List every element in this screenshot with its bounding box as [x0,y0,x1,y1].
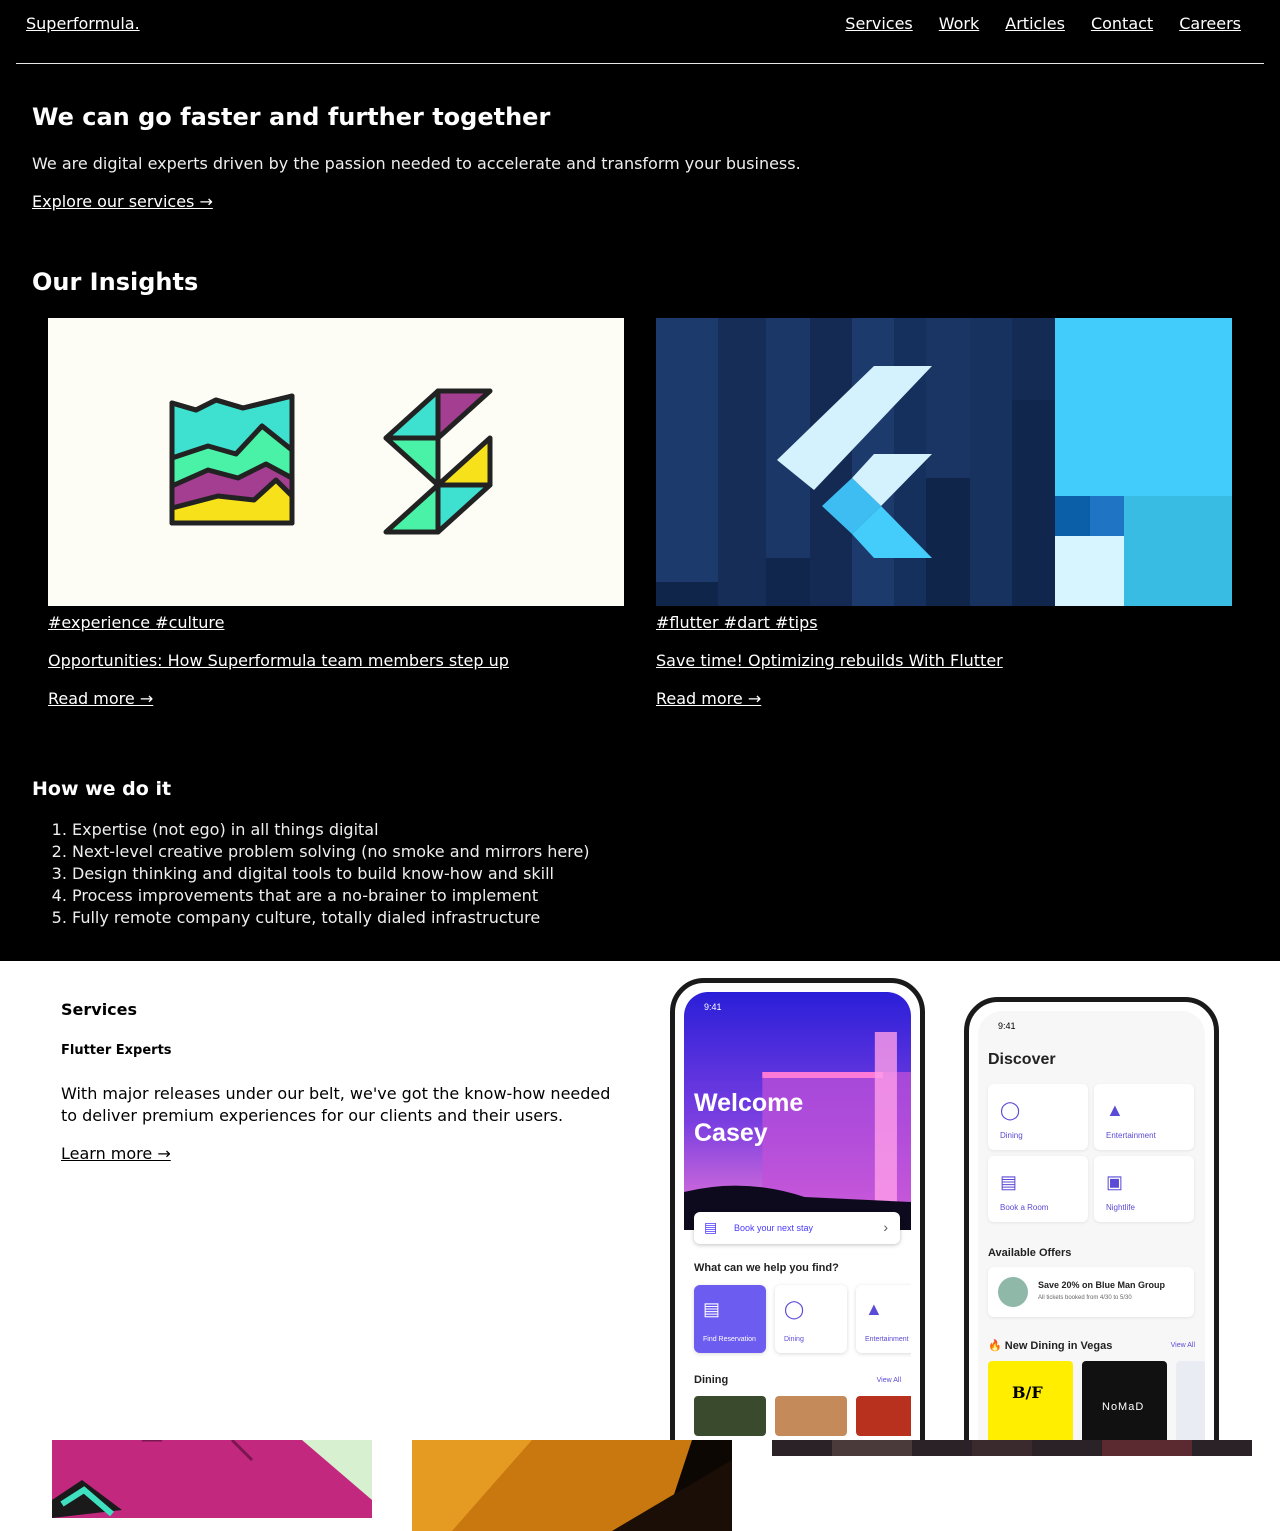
wood-desk-image[interactable] [412,1440,732,1531]
offers-heading: Available Offers [988,1247,1072,1259]
grid-tile-nightlife[interactable]: ▣ Nightlife [1094,1156,1194,1222]
tile-label: Entertainment [1106,1131,1156,1140]
insight-card-flutter: #flutter #dart #tips Save time! Optimizi… [656,318,1232,710]
offer-title: Save 20% on Blue Man Group [1038,1280,1166,1290]
list-item: Fully remote company culture, totally di… [72,907,590,929]
tile-entertainment[interactable]: ▲ Entertainment [856,1285,911,1353]
tent-icon: ▲ [1106,1100,1124,1120]
read-more-link[interactable]: Read more → [656,688,1232,710]
restaurant-card[interactable] [1176,1361,1205,1440]
restaurant-thumbnail[interactable] [856,1396,911,1436]
restaurant-logo-text: B/F [1012,1383,1043,1402]
restaurant-thumbnail[interactable] [694,1396,766,1436]
logo-link[interactable]: Superformula. [26,14,140,34]
phone-screen: 9:41 Discover ◯ Dining ▲ Entertainment ▤… [978,1011,1205,1440]
tile-label: Nightlife [1106,1203,1135,1212]
bed-icon: ▤ [704,1219,718,1235]
new-dining-heading: 🔥 New Dining in Vegas [988,1340,1113,1352]
book-stay-button[interactable]: ▤ Book your next stay › [694,1212,900,1244]
services-section: Services Flutter Experts With major rele… [0,961,1280,1531]
list-item: Expertise (not ego) in all things digita… [72,819,590,841]
card-tags[interactable]: #flutter #dart #tips [656,612,1232,634]
restaurant-card-nomad[interactable]: NoMaD [1082,1361,1167,1440]
status-bar-time: 9:41 [704,1002,722,1012]
quick-actions: ▤ Find Reservation ◯ Dining ▲ Entertainm… [694,1285,911,1353]
bed-icon: ▤ [1000,1172,1018,1192]
book-icon: ▤ [703,1299,721,1319]
hero-subtitle: We are digital experts driven by the pas… [32,154,801,173]
grid-tile-dining[interactable]: ◯ Dining [988,1084,1088,1150]
nav-contact[interactable]: Contact [1091,14,1153,34]
chevron-right-icon: › [883,1219,888,1235]
help-question: What can we help you find? [694,1262,839,1274]
read-more-link[interactable]: Read more → [48,688,624,710]
services-label: Services [61,1000,138,1019]
app-screens-image: 9:41 Welcome Casey ▤ Book your next stay… [640,961,1280,1440]
grid-tile-book-room[interactable]: ▤ Book a Room [988,1156,1088,1222]
hero-title: We can go faster and further together [32,103,551,131]
grid-tile-entertainment[interactable]: ▲ Entertainment [1094,1084,1194,1150]
tile-label: Dining [1000,1131,1023,1140]
site-header: Superformula. Services Work Articles Con… [16,0,1264,64]
discover-grid: ◯ Dining ▲ Entertainment ▤ Book a Room ▣… [988,1084,1194,1222]
offer-card[interactable]: Save 20% on Blue Man Group All tickets b… [988,1267,1194,1317]
services-heading: Flutter Experts [61,1043,172,1058]
view-all-link[interactable]: View All [877,1377,901,1384]
phone-mockup-discover: 9:41 Discover ◯ Dining ▲ Entertainment ▤… [964,997,1219,1440]
card-title-link[interactable]: Save time! Optimizing rebuilds With Flut… [656,650,1232,672]
restaurant-carousel: B/F NoMaD [988,1361,1205,1440]
nav-articles[interactable]: Articles [1005,14,1065,34]
dining-icon: ◯ [1000,1100,1021,1120]
phone-screen: 9:41 Welcome Casey ▤ Book your next stay… [684,992,911,1440]
explore-services-link[interactable]: Explore our services → [32,191,213,213]
tile-dining[interactable]: ◯ Dining [775,1285,847,1353]
flutter-logo-illustration[interactable] [656,318,1232,606]
restaurant-thumbnail[interactable] [775,1396,847,1436]
tile-find-reservation[interactable]: ▤ Find Reservation [694,1285,766,1353]
card-title-link[interactable]: Opportunities: How Superformula team mem… [48,650,624,672]
insight-card-culture: #experience #culture Opportunities: How … [48,318,624,710]
crowd-image[interactable] [772,1440,1252,1456]
insights-title: Our Insights [32,268,199,296]
tile-label: Book a Room [1000,1203,1049,1212]
view-all-link[interactable]: View All [1171,1342,1195,1349]
discover-heading: Discover [988,1051,1056,1068]
services-description: With major releases under our belt, we'v… [61,1084,611,1125]
how-list: Expertise (not ego) in all things digita… [32,819,590,929]
nav-services[interactable]: Services [845,14,912,34]
how-we-do-it-title: How we do it [32,778,172,800]
status-bar-time: 9:41 [998,1021,1016,1031]
restaurant-logo-text: NoMaD [1102,1401,1145,1413]
tile-label: Dining [784,1336,804,1343]
list-item: Next-level creative problem solving (no … [72,841,590,863]
list-item: Design thinking and digital tools to bui… [72,863,590,885]
restaurant-card-bf[interactable]: B/F [988,1361,1073,1440]
dining-thumbnails [694,1396,911,1436]
tile-label: Entertainment [865,1336,909,1343]
pink-stickers-image[interactable] [52,1440,372,1518]
nav-work[interactable]: Work [939,14,980,34]
superformula-logo-illustration[interactable] [48,318,624,606]
card-tags[interactable]: #experience #culture [48,612,624,634]
welcome-heading: Welcome Casey [694,1089,804,1147]
list-item: Process improvements that are a no-brain… [72,885,590,907]
dining-heading: Dining [694,1374,729,1386]
offer-avatar [998,1277,1028,1307]
main-nav: Services Work Articles Contact Careers [845,14,1241,34]
phone-mockup-welcome: 9:41 Welcome Casey ▤ Book your next stay… [670,978,925,1440]
tent-icon: ▲ [865,1299,883,1319]
dining-icon: ◯ [784,1299,805,1319]
nav-careers[interactable]: Careers [1179,14,1241,34]
tile-label: Find Reservation [703,1336,756,1343]
speaker-icon: ▣ [1106,1172,1124,1192]
offer-subtitle: All tickets booked from 4/30 to 5/30 [1038,1295,1132,1301]
learn-more-link[interactable]: Learn more → [61,1143,171,1165]
book-stay-label: Book your next stay [734,1223,814,1233]
